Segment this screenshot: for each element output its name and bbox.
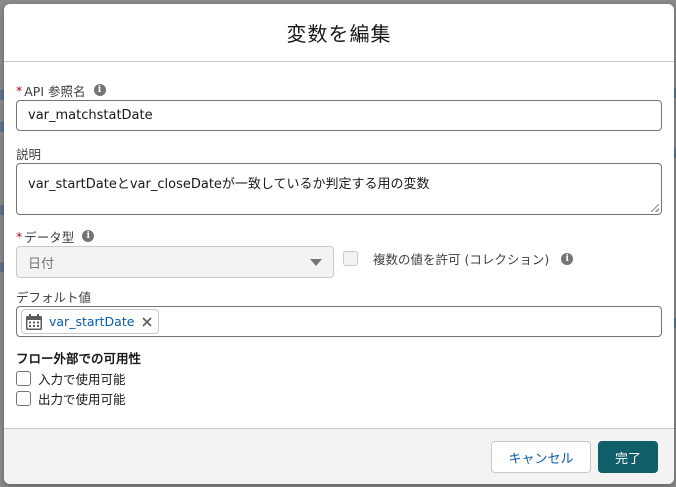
description-value: var_startDateとvar_closeDateが一致しているか判定する用…	[28, 177, 430, 192]
info-icon[interactable]: i	[82, 230, 95, 242]
required-marker: *	[16, 82, 23, 98]
collection-row: 複数の値を許可 (コレクション) i	[343, 249, 574, 268]
cancel-button[interactable]: キャンセル	[491, 441, 591, 473]
modal-title: 変数を編集	[286, 22, 392, 46]
chevron-down-icon	[310, 258, 322, 266]
description-label-row: 説明	[16, 144, 41, 162]
data-type-selected: 日付	[28, 256, 55, 272]
api-name-value: var_matchstatDate	[28, 108, 153, 123]
info-icon[interactable]: i	[561, 252, 574, 265]
description-label: 説明	[16, 146, 42, 162]
modal-header: 変数を編集	[4, 4, 674, 62]
input-available-row[interactable]: 入力で使用可能	[16, 369, 126, 388]
calendar-icon	[26, 313, 42, 330]
info-icon[interactable]: i	[93, 84, 106, 96]
input-available-label: 入力で使用可能	[38, 372, 126, 387]
output-available-checkbox[interactable]	[16, 391, 31, 406]
data-type-label: データ型	[24, 229, 75, 245]
resize-grip-icon[interactable]	[651, 204, 659, 212]
edit-variable-modal: 変数を編集 * API 参照名 i var_matchstatDate 説明 v…	[4, 4, 674, 484]
data-type-label-row: * データ型 i	[16, 227, 95, 245]
api-name-label: API 参照名	[24, 83, 86, 99]
default-value-input[interactable]: var_startDate	[16, 306, 662, 337]
default-value-label-row: デフォルト値	[16, 287, 91, 305]
close-icon[interactable]	[140, 315, 154, 329]
data-type-select: 日付	[16, 246, 334, 278]
api-name-input[interactable]: var_matchstatDate	[16, 100, 662, 131]
availability-section-title: フロー外部での可用性	[16, 351, 142, 366]
default-value-pill[interactable]: var_startDate	[21, 309, 160, 334]
collection-checkbox	[343, 251, 358, 266]
done-button[interactable]: 完了	[598, 441, 658, 473]
output-available-row[interactable]: 出力で使用可能	[16, 389, 126, 408]
input-available-checkbox[interactable]	[16, 371, 31, 386]
required-marker: *	[16, 228, 23, 244]
description-textarea[interactable]: var_startDateとvar_closeDateが一致しているか判定する用…	[16, 163, 662, 215]
collection-label: 複数の値を許可 (コレクション)	[373, 252, 550, 267]
api-name-label-row: * API 参照名 i	[16, 81, 106, 99]
output-available-label: 出力で使用可能	[38, 392, 126, 407]
default-value-label: デフォルト値	[16, 289, 92, 305]
modal-footer: キャンセル 完了	[4, 428, 674, 484]
modal-body: * API 参照名 i var_matchstatDate 説明 var_sta…	[4, 62, 674, 428]
default-value-pill-label: var_startDate	[49, 314, 135, 329]
